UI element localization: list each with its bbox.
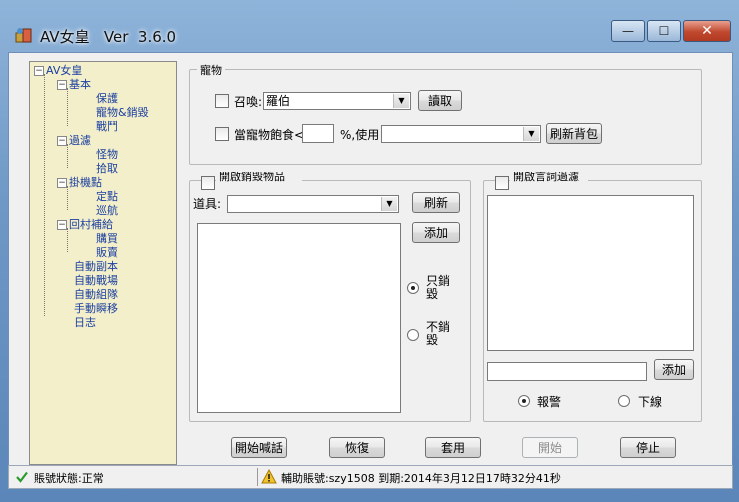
- tree-node-filter[interactable]: − 過濾: [57, 134, 91, 147]
- restore-button[interactable]: 恢復: [329, 437, 385, 458]
- add-item-button[interactable]: 添加: [412, 222, 460, 243]
- tree-node-pickup[interactable]: 拾取: [96, 162, 118, 175]
- dropdown-arrow-icon[interactable]: ▼: [393, 94, 409, 108]
- tree-connector: [67, 88, 68, 126]
- satiety-label: 當寵物飽食<: [234, 128, 305, 142]
- satiety-checkbox[interactable]: [215, 127, 229, 141]
- dropdown-arrow-icon[interactable]: ▼: [523, 127, 539, 141]
- tree-node-arena[interactable]: 自動戰場: [74, 274, 118, 287]
- use-item-select[interactable]: ▼: [381, 125, 541, 143]
- tree-node-village[interactable]: − 回村補給: [57, 218, 113, 231]
- account-status: 賬號狀態:正常: [34, 472, 104, 485]
- summon-label: 召喚:: [234, 95, 263, 109]
- collapse-icon[interactable]: −: [57, 220, 67, 230]
- tree-node-fixed[interactable]: 定點: [96, 190, 118, 203]
- tree-connector: [67, 186, 68, 210]
- keyword-input[interactable]: [487, 362, 647, 381]
- tree-node-battle[interactable]: 戰鬥: [96, 120, 118, 133]
- tree-node-monster[interactable]: 怪物: [96, 148, 118, 161]
- collapse-icon[interactable]: −: [57, 80, 67, 90]
- maximize-button[interactable]: ☐: [647, 20, 681, 42]
- collapse-icon[interactable]: −: [34, 66, 44, 76]
- use-label: %,使用: [340, 128, 380, 142]
- read-button[interactable]: 讀取: [418, 90, 462, 111]
- close-button[interactable]: ✕: [683, 20, 731, 42]
- apply-button[interactable]: 套用: [425, 437, 481, 458]
- nav-tree[interactable]: − AV女皇 − 基本 保護 寵物&銷毀 戰鬥 − 過濾 怪物 拾取 − 掛機點 定點 …: [29, 61, 177, 465]
- refresh-bag-button[interactable]: 刷新背包: [546, 123, 602, 144]
- tree-node-sell[interactable]: 販賣: [96, 246, 118, 259]
- no-destroy-radio[interactable]: [407, 329, 419, 341]
- collapse-icon[interactable]: −: [57, 136, 67, 146]
- only-destroy-label: 只銷毀: [426, 274, 451, 301]
- stop-button[interactable]: 停止: [620, 437, 676, 458]
- tree-node-patrol[interactable]: 巡航: [96, 204, 118, 217]
- keyword-group-title: 開啟言詞過濾: [510, 172, 588, 182]
- logout-label: 下線: [638, 395, 663, 409]
- satiety-input[interactable]: [302, 124, 334, 143]
- pet-group: [189, 69, 702, 165]
- destroy-enable-checkbox[interactable]: [201, 176, 215, 190]
- status-separator: [257, 468, 258, 486]
- item-select[interactable]: ▼: [227, 195, 399, 213]
- destroy-item-list[interactable]: [197, 223, 401, 413]
- start-shout-button[interactable]: 開始喊話: [231, 437, 287, 458]
- logout-radio[interactable]: [618, 395, 630, 407]
- window-title: AV女皇 Ver 3.6.0: [40, 28, 177, 46]
- alarm-radio[interactable]: [518, 395, 530, 407]
- add-keyword-button[interactable]: 添加: [654, 359, 694, 380]
- tree-root[interactable]: − AV女皇: [34, 64, 82, 77]
- status-bar: 賬號狀態:正常 輔助賬號:szy1508 到期:2014年3月12日17時32分…: [8, 465, 733, 489]
- no-destroy-label: 不銷毀: [426, 320, 451, 347]
- minimize-button[interactable]: —: [611, 20, 645, 42]
- collapse-icon[interactable]: −: [57, 178, 67, 188]
- item-label: 道具:: [193, 197, 222, 211]
- tree-node-buy[interactable]: 購買: [96, 232, 118, 245]
- summon-select[interactable]: 羅伯 ▼: [263, 92, 411, 110]
- tree-connector: [67, 228, 68, 252]
- summon-value: 羅伯: [266, 94, 291, 108]
- app-icon: [15, 28, 32, 43]
- destroy-group-title: 開啟銷毀物品: [216, 172, 302, 182]
- client-area: − AV女皇 − 基本 保護 寵物&銷毀 戰鬥 − 過濾 怪物 拾取 − 掛機點 定點 …: [8, 52, 733, 466]
- refresh-items-button[interactable]: 刷新: [412, 192, 460, 213]
- only-destroy-radio[interactable]: [407, 282, 419, 294]
- summon-checkbox[interactable]: [215, 94, 229, 108]
- tree-node-teleport[interactable]: 手動瞬移: [74, 302, 118, 315]
- keyword-enable-checkbox[interactable]: [495, 176, 509, 190]
- tree-node-log[interactable]: 日志: [74, 316, 96, 329]
- tree-node-dungeon[interactable]: 自動副本: [74, 260, 118, 273]
- title-bar[interactable]: AV女皇 Ver 3.6.0 — ☐ ✕: [0, 0, 739, 52]
- window-frame: AV女皇 Ver 3.6.0 — ☐ ✕ − AV女皇 − 基本 保護 寵物&銷毀 …: [0, 0, 739, 502]
- aux-account-info: 輔助賬號:szy1508 到期:2014年3月12日17時32分41秒: [281, 472, 561, 485]
- alarm-label: 報警: [537, 395, 562, 409]
- tree-connector: [44, 74, 45, 316]
- dropdown-arrow-icon[interactable]: ▼: [381, 197, 397, 211]
- keyword-list[interactable]: [487, 195, 694, 351]
- pet-group-title: 寵物: [197, 62, 225, 78]
- warning-icon: [261, 469, 277, 484]
- tree-node-party[interactable]: 自動組隊: [74, 288, 118, 301]
- tree-connector: [67, 144, 68, 168]
- tree-node-pet-sell[interactable]: 寵物&銷毀: [96, 106, 149, 119]
- tree-node-protect[interactable]: 保護: [96, 92, 118, 105]
- tree-node-afk[interactable]: − 掛機點: [57, 176, 102, 189]
- window-controls: — ☐ ✕: [609, 20, 731, 42]
- start-button[interactable]: 開始: [522, 437, 578, 458]
- tree-node-basic[interactable]: − 基本: [57, 78, 91, 91]
- check-icon: [16, 471, 28, 483]
